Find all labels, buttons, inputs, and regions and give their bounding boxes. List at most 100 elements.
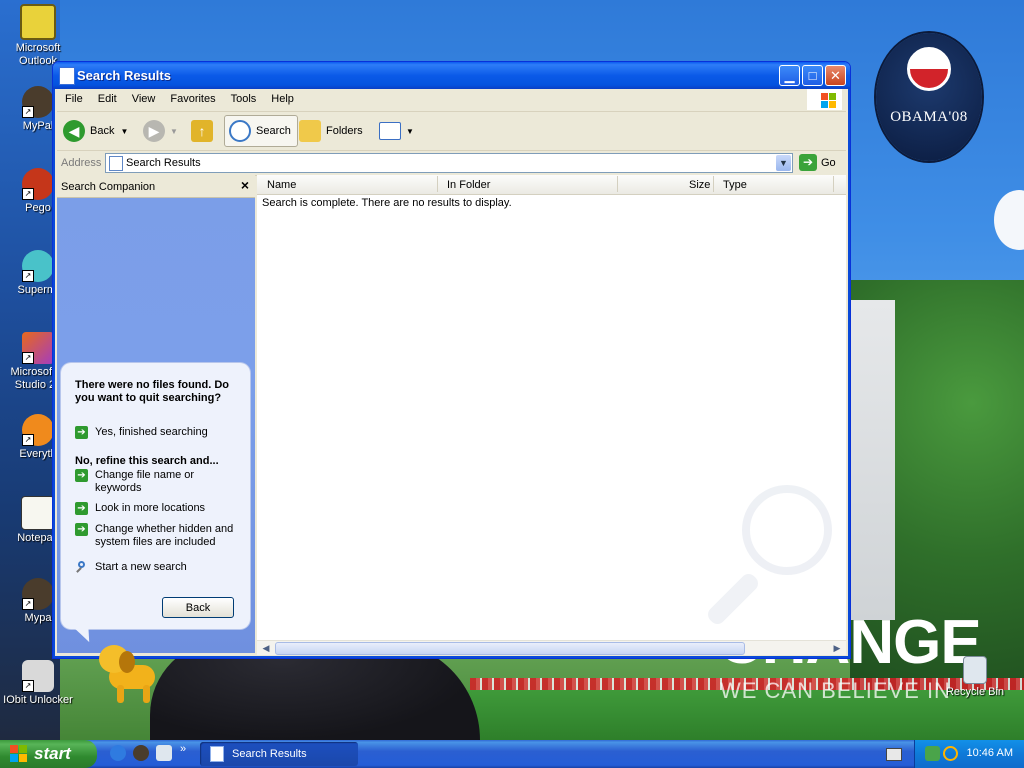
search-icon [229, 120, 251, 142]
campaign-logo-emblem [907, 47, 951, 91]
search-companion-balloon: There were no files found. Do you want t… [61, 363, 250, 646]
green-arrow-icon: ➔ [75, 469, 88, 482]
internet-explorer-icon[interactable] [110, 745, 126, 761]
balloon-tail [73, 620, 97, 646]
network-icon[interactable] [925, 746, 940, 761]
outlook-icon [20, 4, 56, 40]
companion-back-button[interactable]: Back [162, 597, 234, 618]
menu-file[interactable]: File [57, 89, 90, 105]
clock[interactable]: 10:46 AM [967, 747, 1013, 759]
search-companion-header: Search Companion × [57, 175, 255, 198]
views-toolbar-button[interactable]: ▼ [379, 115, 414, 147]
search-companion-pane: Search Companion × There were no files f… [57, 175, 255, 703]
search-dog-icon[interactable] [99, 645, 169, 705]
quick-launch-overflow-icon[interactable]: » [180, 743, 186, 755]
search-results-window[interactable]: Search Results ▁ □ ✕ File Edit View Favorit… [52, 61, 851, 703]
magnifier-icon [75, 561, 88, 574]
column-divider[interactable] [833, 176, 834, 192]
wallpaper-building [850, 300, 895, 620]
windows-flag-icon [10, 745, 28, 763]
show-desktop-icon[interactable] [156, 745, 172, 761]
taskbar-item-search-results[interactable]: Search Results [200, 742, 358, 766]
hidden-system-files-label: Change whether hidden and system files a… [95, 523, 234, 548]
search-results-icon [210, 746, 224, 762]
address-input[interactable]: Search Results ▼ [105, 153, 793, 173]
back-toolbar-label: Back [90, 125, 115, 137]
desktop-icon-outlook[interactable]: Microsoft Outlook [3, 4, 73, 68]
search-icon[interactable] [943, 746, 958, 761]
chevron-down-icon[interactable]: ▼ [170, 127, 178, 136]
menu-help[interactable]: Help [263, 89, 301, 105]
start-new-search-label: Start a new search [95, 561, 187, 573]
chevron-down-icon[interactable]: ▼ [120, 127, 128, 136]
chevron-down-icon[interactable]: ▼ [406, 127, 414, 136]
column-size[interactable]: Size [689, 179, 710, 191]
desktop-icon-label: Recycle Bin [945, 686, 1005, 698]
mypal-icon[interactable] [133, 745, 149, 761]
column-type[interactable]: Type [723, 179, 747, 191]
go-button[interactable]: ➔ Go [799, 154, 836, 171]
campaign-logo-text: OBAMA'08 [890, 109, 968, 125]
desktop-icon-label: IObit Unlocker [3, 694, 73, 706]
search-toolbar-label: Search [256, 125, 291, 137]
change-file-name-link[interactable]: ➔ Change file name or keywords [75, 469, 225, 495]
refine-heading: No, refine this search and... [75, 455, 219, 467]
forward-toolbar-button[interactable]: ▶ ▼ [143, 115, 178, 147]
search-toolbar-button[interactable]: Search [224, 115, 298, 147]
forward-arrow-icon: ▶ [143, 120, 165, 142]
start-button[interactable]: start [0, 740, 97, 768]
system-tray: 10:46 AM [914, 740, 1024, 768]
menu-edit[interactable]: Edit [90, 89, 124, 105]
horizontal-scrollbar[interactable]: ◀ ▶ [257, 640, 846, 655]
back-toolbar-button[interactable]: ◀ Back ▼ [63, 115, 128, 147]
column-divider[interactable] [713, 176, 714, 192]
campaign-logo: OBAMA'08 [876, 33, 982, 161]
folders-toolbar-button[interactable]: Folders [299, 115, 363, 147]
no-files-question: There were no files found. Do you want t… [75, 379, 230, 404]
start-new-search-link[interactable]: Start a new search [75, 561, 187, 574]
window-titlebar[interactable]: Search Results ▁ □ ✕ [53, 62, 850, 89]
column-divider[interactable] [437, 176, 438, 192]
mypal-icon: ↗ [22, 86, 54, 118]
window-title: Search Results [77, 68, 171, 83]
yes-finished-label: Yes, finished searching [95, 426, 208, 438]
maximize-button[interactable]: □ [802, 65, 823, 86]
views-icon [379, 122, 401, 140]
close-button[interactable]: ✕ [825, 65, 846, 86]
column-in-folder[interactable]: In Folder [447, 179, 490, 191]
go-label: Go [821, 156, 836, 169]
folder-icon [299, 120, 321, 142]
column-name[interactable]: Name [267, 179, 296, 191]
results-list[interactable]: Name In Folder Size Type Search is compl… [257, 175, 846, 653]
wallpaper-cloud [994, 190, 1024, 250]
desktop-icon-iobit-unlocker[interactable]: ↗ IObit Unlocker [3, 660, 73, 707]
menu-tools[interactable]: Tools [223, 89, 264, 105]
green-arrow-icon: ➔ [75, 502, 88, 515]
column-divider[interactable] [617, 176, 618, 192]
chevron-down-icon[interactable]: ▼ [776, 155, 791, 171]
standard-toolbar: ◀ Back ▼ ▶ ▼ ↑ Search Folders ▼ [57, 112, 846, 151]
keyboard-layout-icon[interactable] [886, 748, 902, 761]
menu-view[interactable]: View [124, 89, 163, 105]
search-watermark-icon [702, 485, 832, 635]
go-arrow-icon: ➔ [799, 154, 817, 171]
menu-favorites[interactable]: Favorites [162, 89, 222, 105]
up-folder-icon: ↑ [191, 120, 213, 142]
mypal-icon: ↗ [22, 578, 54, 610]
scroll-left-icon[interactable]: ◀ [259, 641, 273, 655]
up-folder-button[interactable]: ↑ [191, 115, 218, 147]
pego-icon: ↗ [22, 168, 54, 200]
taskbar: start » Search Results 10:46 AM [0, 740, 1024, 768]
yes-finished-link[interactable]: ➔ Yes, finished searching [75, 426, 208, 439]
address-value: Search Results [126, 157, 201, 169]
scroll-right-icon[interactable]: ▶ [830, 641, 844, 655]
folders-toolbar-label: Folders [326, 125, 363, 137]
look-more-locations-link[interactable]: ➔ Look in more locations [75, 502, 205, 515]
desktop-icon-recycle-bin[interactable]: Recycle Bin [940, 656, 1010, 699]
close-icon[interactable]: × [241, 177, 249, 193]
minimize-button[interactable]: ▁ [779, 65, 800, 86]
no-results-message: Search is complete. There are no results… [262, 197, 512, 209]
results-header: Name In Folder Size Type [257, 175, 846, 195]
hidden-system-files-link[interactable]: ➔ Change whether hidden and system files… [75, 523, 240, 549]
scrollbar-thumb[interactable] [275, 642, 745, 655]
